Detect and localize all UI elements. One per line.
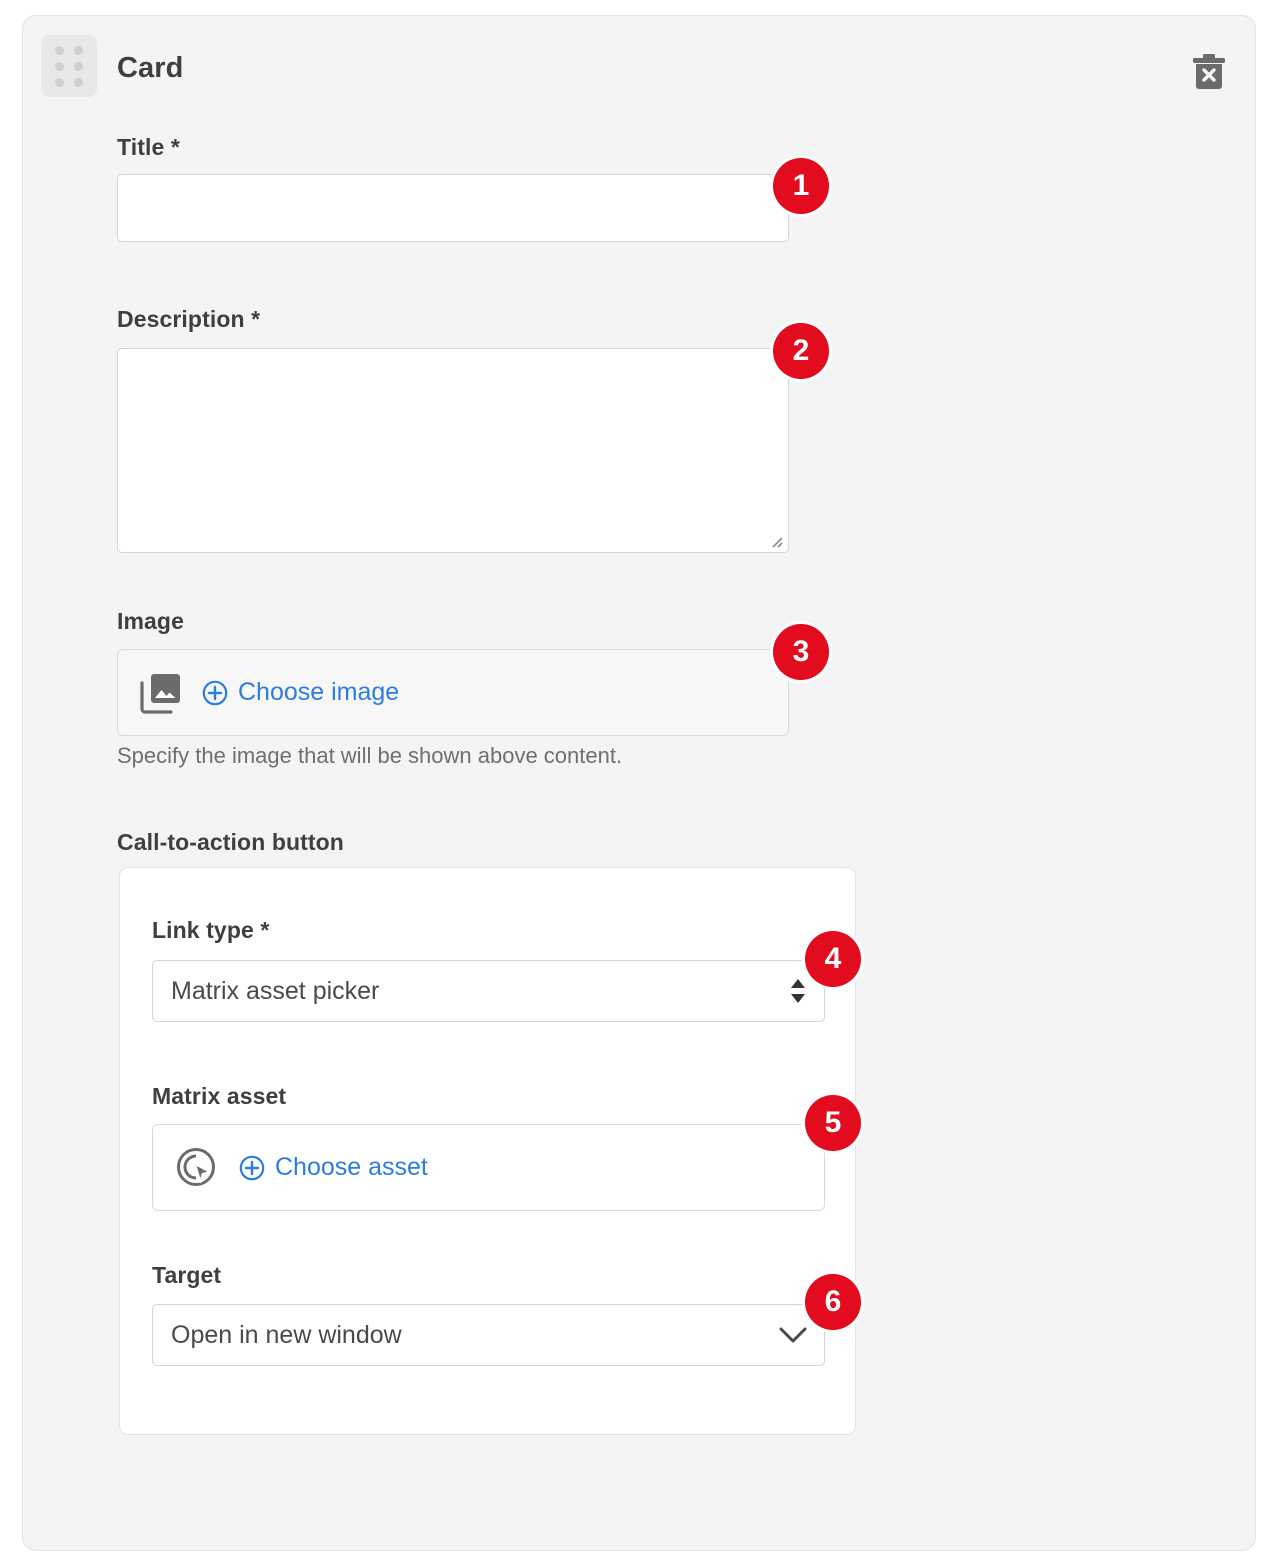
plus-circle-icon [202, 680, 228, 705]
description-textarea[interactable] [117, 348, 789, 553]
image-stack-icon [140, 673, 180, 714]
cta-panel: Link type * Matrix asset picker Matrix a… [119, 867, 856, 1435]
step-badge-5: 5 [805, 1095, 861, 1151]
choose-image-label: Choose image [238, 678, 400, 706]
link-type-select[interactable]: Matrix asset picker [152, 960, 825, 1022]
description-input-wrapper [117, 348, 789, 553]
card-title: Card [117, 52, 184, 84]
step-badge-2: 2 [773, 323, 829, 379]
card-header: Card [23, 16, 1255, 124]
description-field-label: Description * [117, 306, 261, 332]
image-chooser[interactable]: Choose image [117, 649, 789, 736]
step-badge-3: 3 [773, 624, 829, 680]
trash-x-icon [1193, 54, 1225, 89]
title-input[interactable] [117, 174, 789, 242]
link-type-select-wrapper: Matrix asset picker [152, 960, 825, 1022]
matrix-asset-chooser[interactable]: Choose asset [152, 1124, 825, 1211]
plus-circle-icon [239, 1155, 265, 1180]
image-field-label: Image [117, 608, 184, 634]
step-badge-1: 1 [773, 158, 829, 214]
choose-asset-link[interactable]: Choose asset [239, 1153, 428, 1182]
image-help-text: Specify the image that will be shown abo… [117, 743, 623, 768]
target-value: Open in new window [171, 1320, 402, 1349]
choose-image-link[interactable]: Choose image [202, 678, 399, 707]
drag-handle[interactable] [41, 35, 97, 97]
link-type-label: Link type * [152, 917, 270, 943]
target-label: Target [152, 1262, 222, 1288]
card-block: Card Title * 1 Description * 2 Image Cho… [22, 15, 1256, 1551]
matrix-asset-label: Matrix asset [152, 1083, 287, 1109]
step-badge-6: 6 [805, 1274, 861, 1330]
delete-card-button[interactable] [1187, 50, 1231, 94]
target-select-wrapper: Open in new window [152, 1304, 825, 1366]
asset-target-cursor-icon [177, 1147, 215, 1186]
target-select[interactable]: Open in new window [152, 1304, 825, 1366]
link-type-value: Matrix asset picker [171, 976, 380, 1005]
title-field-label: Title * [117, 134, 180, 160]
cta-section-label: Call-to-action button [117, 829, 344, 855]
choose-asset-label: Choose asset [275, 1153, 428, 1181]
title-input-wrapper [117, 174, 789, 242]
step-badge-4: 4 [805, 931, 861, 987]
drag-grip-icon [55, 45, 83, 87]
